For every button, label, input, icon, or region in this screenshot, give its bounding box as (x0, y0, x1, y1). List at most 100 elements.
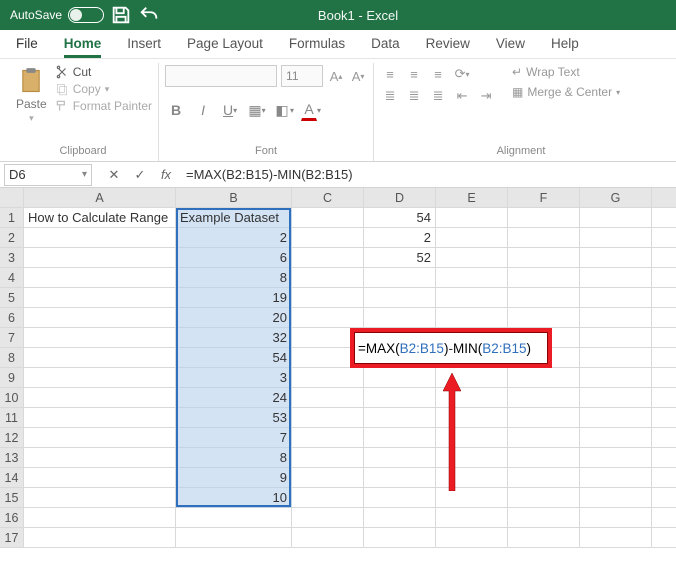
cell-H16[interactable] (652, 508, 676, 528)
cell-G8[interactable] (580, 348, 652, 368)
cell-B14[interactable]: 9 (176, 468, 292, 488)
cell-F2[interactable] (508, 228, 580, 248)
cell-B5[interactable]: 19 (176, 288, 292, 308)
col-header-G[interactable]: G (580, 188, 652, 208)
cell-C17[interactable] (292, 528, 364, 548)
cell-B4[interactable]: 8 (176, 268, 292, 288)
cell-H5[interactable] (652, 288, 676, 308)
cell-C12[interactable] (292, 428, 364, 448)
formula-input[interactable]: =MAX(B2:B15)-MIN(B2:B15) (178, 164, 676, 186)
cell-A3[interactable] (24, 248, 176, 268)
cell-G9[interactable] (580, 368, 652, 388)
cut-button[interactable]: Cut (55, 65, 152, 79)
cell-G10[interactable] (580, 388, 652, 408)
row-header-15[interactable]: 15 (0, 488, 24, 508)
align-center-icon[interactable]: ≣ (404, 87, 424, 105)
cell-E2[interactable] (436, 228, 508, 248)
cell-F1[interactable] (508, 208, 580, 228)
col-header-E[interactable]: E (436, 188, 508, 208)
cell-A8[interactable] (24, 348, 176, 368)
cell-D9[interactable] (364, 368, 436, 388)
cell-A4[interactable] (24, 268, 176, 288)
wrap-text-button[interactable]: ↵Wrap Text (512, 65, 620, 79)
cell-G17[interactable] (580, 528, 652, 548)
cell-G7[interactable] (580, 328, 652, 348)
cell-A13[interactable] (24, 448, 176, 468)
tab-page-layout[interactable]: Page Layout (187, 36, 263, 58)
col-header-C[interactable]: C (292, 188, 364, 208)
underline-button[interactable]: U▾ (219, 99, 241, 121)
row-header-10[interactable]: 10 (0, 388, 24, 408)
cell-F15[interactable] (508, 488, 580, 508)
align-top-icon[interactable]: ≡ (380, 65, 400, 83)
cell-A9[interactable] (24, 368, 176, 388)
cell-H11[interactable] (652, 408, 676, 428)
cell-G16[interactable] (580, 508, 652, 528)
cell-C4[interactable] (292, 268, 364, 288)
undo-icon[interactable] (138, 4, 160, 26)
cell-C13[interactable] (292, 448, 364, 468)
cell-H15[interactable] (652, 488, 676, 508)
cell-A15[interactable] (24, 488, 176, 508)
cell-H2[interactable] (652, 228, 676, 248)
cell-B1[interactable]: Example Dataset (176, 208, 292, 228)
cell-B11[interactable]: 53 (176, 408, 292, 428)
row-header-3[interactable]: 3 (0, 248, 24, 268)
cell-E17[interactable] (436, 528, 508, 548)
cell-E3[interactable] (436, 248, 508, 268)
cell-C6[interactable] (292, 308, 364, 328)
cell-A11[interactable] (24, 408, 176, 428)
cell-D3[interactable]: 52 (364, 248, 436, 268)
cell-G4[interactable] (580, 268, 652, 288)
cell-A16[interactable] (24, 508, 176, 528)
cell-B10[interactable]: 24 (176, 388, 292, 408)
cell-C9[interactable] (292, 368, 364, 388)
cell-F3[interactable] (508, 248, 580, 268)
cell-H9[interactable] (652, 368, 676, 388)
tab-review[interactable]: Review (426, 36, 470, 58)
tab-data[interactable]: Data (371, 36, 400, 58)
increase-font-icon[interactable]: A▴ (327, 65, 345, 87)
cell-B16[interactable] (176, 508, 292, 528)
row-header-8[interactable]: 8 (0, 348, 24, 368)
cell-E1[interactable] (436, 208, 508, 228)
cell-F10[interactable] (508, 388, 580, 408)
cell-H12[interactable] (652, 428, 676, 448)
cell-D6[interactable] (364, 308, 436, 328)
cell-B8[interactable]: 54 (176, 348, 292, 368)
cell-D13[interactable] (364, 448, 436, 468)
cell-C16[interactable] (292, 508, 364, 528)
cell-D4[interactable] (364, 268, 436, 288)
cell-C11[interactable] (292, 408, 364, 428)
cell-D11[interactable] (364, 408, 436, 428)
cell-C3[interactable] (292, 248, 364, 268)
cell-E16[interactable] (436, 508, 508, 528)
select-all-corner[interactable] (0, 188, 24, 208)
cell-H13[interactable] (652, 448, 676, 468)
accept-formula-icon[interactable]: ✓ (128, 164, 152, 186)
cell-B13[interactable]: 8 (176, 448, 292, 468)
row-header-2[interactable]: 2 (0, 228, 24, 248)
cell-A17[interactable] (24, 528, 176, 548)
cell-B9[interactable]: 3 (176, 368, 292, 388)
cell-B17[interactable] (176, 528, 292, 548)
cell-F14[interactable] (508, 468, 580, 488)
bold-button[interactable]: B (165, 99, 187, 121)
cell-D16[interactable] (364, 508, 436, 528)
tab-insert[interactable]: Insert (127, 36, 161, 58)
cell-A7[interactable] (24, 328, 176, 348)
row-header-17[interactable]: 17 (0, 528, 24, 548)
col-header-H[interactable]: H (652, 188, 676, 208)
cell-F16[interactable] (508, 508, 580, 528)
cell-A2[interactable] (24, 228, 176, 248)
cell-B3[interactable]: 6 (176, 248, 292, 268)
merge-center-button[interactable]: ▦Merge & Center▾ (512, 85, 620, 99)
cell-B12[interactable]: 7 (176, 428, 292, 448)
cell-D10[interactable] (364, 388, 436, 408)
align-left-icon[interactable]: ≣ (380, 87, 400, 105)
tab-formulas[interactable]: Formulas (289, 36, 345, 58)
row-header-6[interactable]: 6 (0, 308, 24, 328)
cell-D5[interactable] (364, 288, 436, 308)
decrease-font-icon[interactable]: A▾ (349, 65, 367, 87)
orientation-icon[interactable]: ⟳▾ (452, 65, 472, 83)
